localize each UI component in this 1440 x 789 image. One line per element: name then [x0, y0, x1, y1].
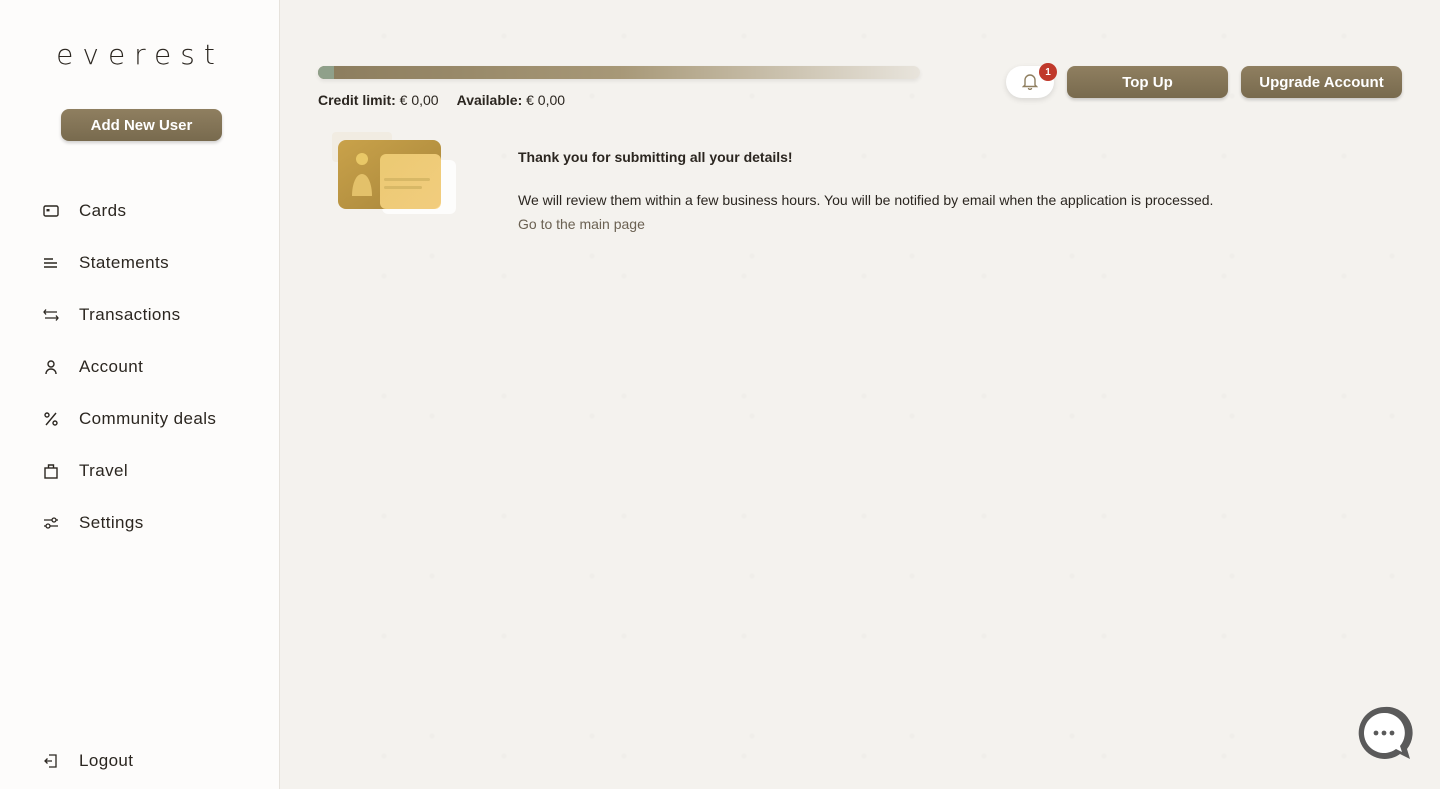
logout-section: Logout: [0, 735, 280, 787]
sidebar-item-label: Cards: [79, 201, 127, 220]
confirmation-title: Thank you for submitting all your detail…: [518, 149, 793, 165]
arrows-icon: [42, 306, 60, 324]
notification-badge: 1: [1039, 63, 1057, 81]
sidebar-item-settings[interactable]: Settings: [0, 497, 280, 549]
credit-limit: Credit limit: € 0,00: [318, 92, 439, 108]
sidebar-item-travel[interactable]: Travel: [0, 445, 280, 497]
sidebar-item-community-deals[interactable]: Community deals: [0, 393, 280, 445]
chat-icon: [1356, 706, 1414, 764]
credit-limit-value: € 0,00: [399, 92, 439, 108]
chat-button[interactable]: [1356, 705, 1414, 761]
brand-logo[interactable]: everest: [0, 38, 280, 71]
sidebar-item-label: Settings: [79, 513, 144, 532]
logout-button[interactable]: Logout: [0, 735, 280, 787]
id-card-illustration: [330, 130, 460, 240]
top-up-button[interactable]: Top Up: [1067, 66, 1228, 98]
sidebar-item-cards[interactable]: Cards: [0, 185, 280, 237]
sidebar-item-label: Travel: [79, 461, 129, 480]
available-value: € 0,00: [526, 92, 566, 108]
credit-summary: Credit limit: € 0,00 Available: € 0,00: [318, 92, 565, 108]
available-balance: Available: € 0,00: [457, 92, 565, 108]
lines-icon: [42, 254, 60, 272]
sidebar-item-transactions[interactable]: Transactions: [0, 289, 280, 341]
bell-icon: [1021, 72, 1039, 93]
logout-icon: [42, 752, 60, 770]
card-icon: [42, 202, 60, 220]
available-label: Available:: [456, 92, 523, 108]
sidebar-item-label: Statements: [79, 253, 169, 272]
sidebar-item-label: Community deals: [79, 409, 217, 428]
sidebar: everest Add New User Cards Statements Tr…: [0, 0, 280, 789]
logout-label: Logout: [79, 751, 134, 770]
sidebar-item-statements[interactable]: Statements: [0, 237, 280, 289]
sidebar-item-account[interactable]: Account: [0, 341, 280, 393]
sidebar-item-label: Transactions: [79, 305, 181, 324]
sidebar-nav: Cards Statements Transactions Account Co…: [0, 185, 280, 549]
main-page-link[interactable]: Go to the main page: [518, 216, 645, 232]
percent-icon: [42, 410, 60, 428]
add-new-user-button[interactable]: Add New User: [61, 109, 222, 141]
user-icon: [42, 358, 60, 376]
sidebar-item-label: Account: [79, 357, 144, 376]
credit-progress-bar: [318, 66, 920, 79]
upgrade-account-button[interactable]: Upgrade Account: [1241, 66, 1402, 98]
credit-limit-label: Credit limit:: [318, 92, 396, 108]
sliders-icon: [42, 514, 60, 532]
bag-icon: [42, 462, 60, 480]
confirmation-body: We will review them within a few busines…: [518, 192, 1214, 208]
credit-progress-fill: [318, 66, 334, 79]
